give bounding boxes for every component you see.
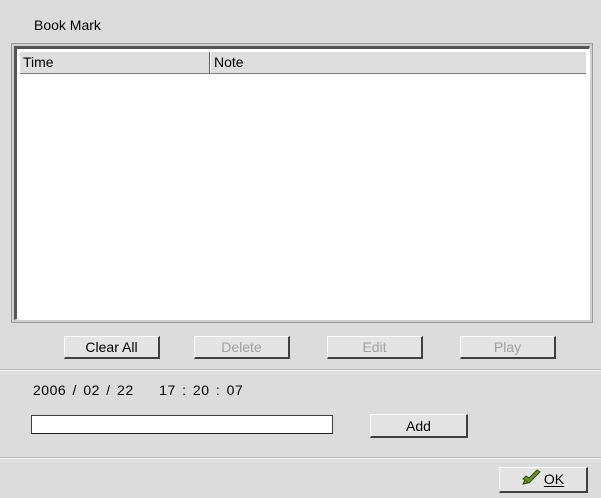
separator-bottom-highlight <box>0 458 601 459</box>
bookmark-list-body[interactable] <box>20 74 586 316</box>
ok-button[interactable]: OK <box>499 467 588 493</box>
note-input[interactable] <box>31 415 333 434</box>
checkmark-arrow-icon <box>521 469 542 492</box>
bookmark-list-header: Time Note <box>20 52 586 74</box>
edit-button[interactable]: Edit <box>327 336 423 359</box>
add-button[interactable]: Add <box>370 414 468 438</box>
play-button[interactable]: Play <box>460 336 556 359</box>
dialog-title: Book Mark <box>34 17 101 33</box>
delete-button[interactable]: Delete <box>194 336 290 359</box>
column-header-time[interactable]: Time <box>20 52 210 73</box>
ok-button-label: OK <box>543 471 565 487</box>
current-datetime: 2006 / 02 / 22 17 : 20 : 07 <box>33 382 244 398</box>
separator-highlight <box>0 370 601 371</box>
clear-all-button[interactable]: Clear All <box>64 336 160 359</box>
column-header-note[interactable]: Note <box>210 52 586 73</box>
